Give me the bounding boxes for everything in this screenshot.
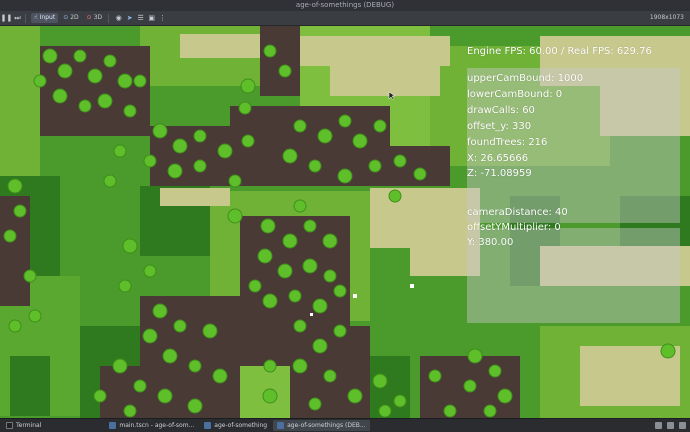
- taskbar-item-terminal[interactable]: Terminal: [2, 420, 45, 431]
- fps-readout: Engine FPS: 60.00 / Real FPS: 629.76: [467, 46, 652, 57]
- step-icon[interactable]: ⏭: [13, 14, 22, 23]
- taskbar-item-label: main.tscn - age-of-som...: [119, 422, 195, 429]
- input-toggle-button[interactable]: ☝ Input: [31, 13, 59, 23]
- input-icon: ☝: [34, 14, 38, 21]
- pause-icon[interactable]: ❚❚: [1, 14, 13, 23]
- godot-icon: [277, 422, 285, 429]
- toolbar-divider: [108, 13, 110, 23]
- list-select-icon[interactable]: ☰: [136, 14, 145, 23]
- mode-3d-button[interactable]: ⊙ 3D: [84, 13, 105, 23]
- visibility-icon[interactable]: ◉: [114, 14, 123, 23]
- options-icon[interactable]: ⋮: [158, 14, 167, 23]
- taskbar-item-main-tscn[interactable]: main.tscn - age-of-som...: [105, 420, 198, 431]
- select-pointer-icon[interactable]: ➤: [125, 14, 134, 23]
- system-tray: [655, 419, 686, 432]
- debug-line-upper-cam-bound: upperCamBound: 1000: [467, 73, 584, 84]
- clock-icon[interactable]: [679, 422, 686, 429]
- debug-line-lower-cam-bound: lowerCamBound: 0: [467, 89, 563, 100]
- window-title: age-of-somethings (DEBUG): [295, 1, 395, 9]
- 3d-icon: ⊙: [86, 14, 92, 21]
- debug-line-z: Z: -71.08959: [467, 168, 532, 179]
- mode-3d-label: 3D: [93, 14, 103, 21]
- mode-2d-label: 2D: [70, 14, 79, 21]
- debug-line-offset-y: offset_y: 330: [467, 121, 532, 132]
- taskbar: Terminal main.tscn - age-of-som... age-o…: [0, 418, 690, 432]
- godot-icon: [204, 422, 212, 429]
- taskbar-item-label: Terminal: [16, 422, 42, 429]
- resolution-label: 1908x1073: [649, 14, 684, 21]
- debug-line-found-trees: foundTrees: 216: [467, 137, 548, 148]
- taskbar-item-age-of-something[interactable]: age-of-something: [200, 420, 271, 431]
- camera-override-icon[interactable]: ▣: [147, 14, 156, 23]
- 2d-icon: ⊙: [63, 14, 69, 21]
- window-titlebar[interactable]: age-of-somethings (DEBUG): [0, 0, 690, 11]
- taskbar-item-debug-window[interactable]: age-of-somethings (DEB...: [273, 420, 370, 431]
- taskbar-item-label: age-of-somethings (DEB...: [287, 422, 366, 429]
- toolbar-divider: [25, 13, 26, 23]
- volume-icon[interactable]: [667, 422, 674, 429]
- taskbar-item-label: age-of-something: [214, 422, 268, 429]
- debug-toolbar: ❚❚ ⏭ ☝ Input ⊙ 2D ⊙ 3D ◉ ➤ ☰ ▣ ⋮ 1908x10…: [0, 11, 690, 26]
- godot-icon: [109, 422, 117, 429]
- network-icon[interactable]: [655, 422, 662, 429]
- debug-line-draw-calls: drawCalls: 60: [467, 105, 535, 116]
- game-viewport[interactable]: Engine FPS: 60.00 / Real FPS: 629.76 upp…: [0, 26, 690, 418]
- debug-line-camera-distance: cameraDistance: 40: [467, 207, 568, 218]
- debug-line-y: Y: 380.00: [467, 237, 514, 248]
- terminal-icon: [6, 422, 13, 429]
- debug-line-offset-y-multiplier: offsetYMultiplier: 0: [467, 222, 561, 233]
- input-label: Input: [39, 14, 56, 21]
- mode-2d-button[interactable]: ⊙ 2D: [60, 13, 81, 23]
- debug-line-x: X: 26.65666: [467, 153, 529, 164]
